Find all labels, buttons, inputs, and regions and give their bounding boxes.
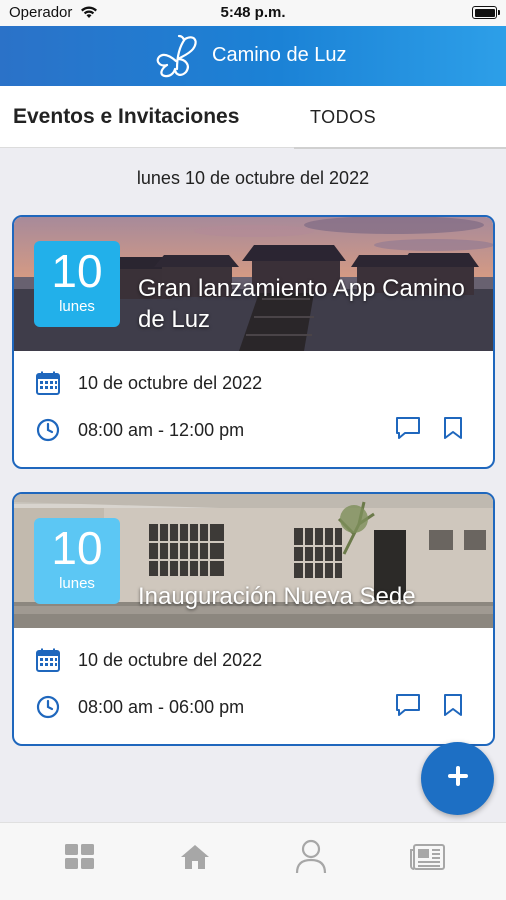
event-time-row: 08:00 am - 06:00 pm [34,693,244,721]
tab-bar: Eventos e Invitaciones TODOS [0,86,506,149]
day-badge: 10 lunes [34,241,120,327]
date-header: lunes 10 de octubre del 2022 [136,168,370,188]
nav-grid-button[interactable] [60,839,100,879]
status-bar: Operador 5:48 p.m. [0,0,506,26]
event-time: 08:00 am - 06:00 pm [78,696,245,717]
nav-news-button[interactable] [407,839,447,879]
event-time: 08:00 am - 12:00 pm [78,419,245,440]
event-card[interactable]: 10 lunes Inauguración Nueva Sede 10 de o… [12,492,495,746]
event-title[interactable]: Inauguración Nueva Sede [138,581,493,612]
calendar-icon [34,646,62,674]
add-event-button[interactable] [421,742,494,815]
tab-underline [294,147,506,149]
app-title: Camino de Luz [212,44,347,66]
day-number: 10 [51,522,103,574]
profile-icon [295,839,327,880]
plus-icon [447,765,469,792]
day-badge: 10 lunes [34,518,120,604]
butterfly-icon [153,31,203,86]
tab-all-label: TODOS [310,107,377,127]
grid-icon [65,843,95,875]
comment-icon[interactable] [394,691,422,719]
tab-all[interactable]: TODOS [294,86,506,149]
bookmark-icon[interactable] [439,414,467,442]
clock: 5:48 p.m. [220,4,286,21]
tab-events[interactable]: Eventos e Invitaciones [13,105,239,129]
event-title[interactable]: Gran lanzamiento App Camino de Luz [138,273,493,335]
nav-profile-button[interactable] [291,839,331,879]
news-icon [409,843,445,875]
event-date-row: 10 de octubre del 2022 [34,646,262,674]
clock-icon [34,416,62,444]
event-time-row: 08:00 am - 12:00 pm [34,416,244,444]
calendar-icon [34,369,62,397]
day-name: lunes [59,575,95,592]
comment-icon[interactable] [394,414,422,442]
app-header: Camino de Luz [0,26,506,86]
event-card[interactable]: 10 lunes Gran lanzamiento App Camino de … [12,215,495,469]
event-date: 10 de octubre del 2022 [78,372,263,393]
bookmark-icon[interactable] [439,691,467,719]
event-date-row: 10 de octubre del 2022 [34,369,262,397]
home-icon [180,844,210,875]
battery-icon [472,6,500,19]
event-date: 10 de octubre del 2022 [78,649,263,670]
nav-home-button[interactable] [175,839,215,879]
clock-icon [34,693,62,721]
day-name: lunes [59,298,95,315]
bottom-nav [0,822,506,900]
day-number: 10 [51,245,103,297]
